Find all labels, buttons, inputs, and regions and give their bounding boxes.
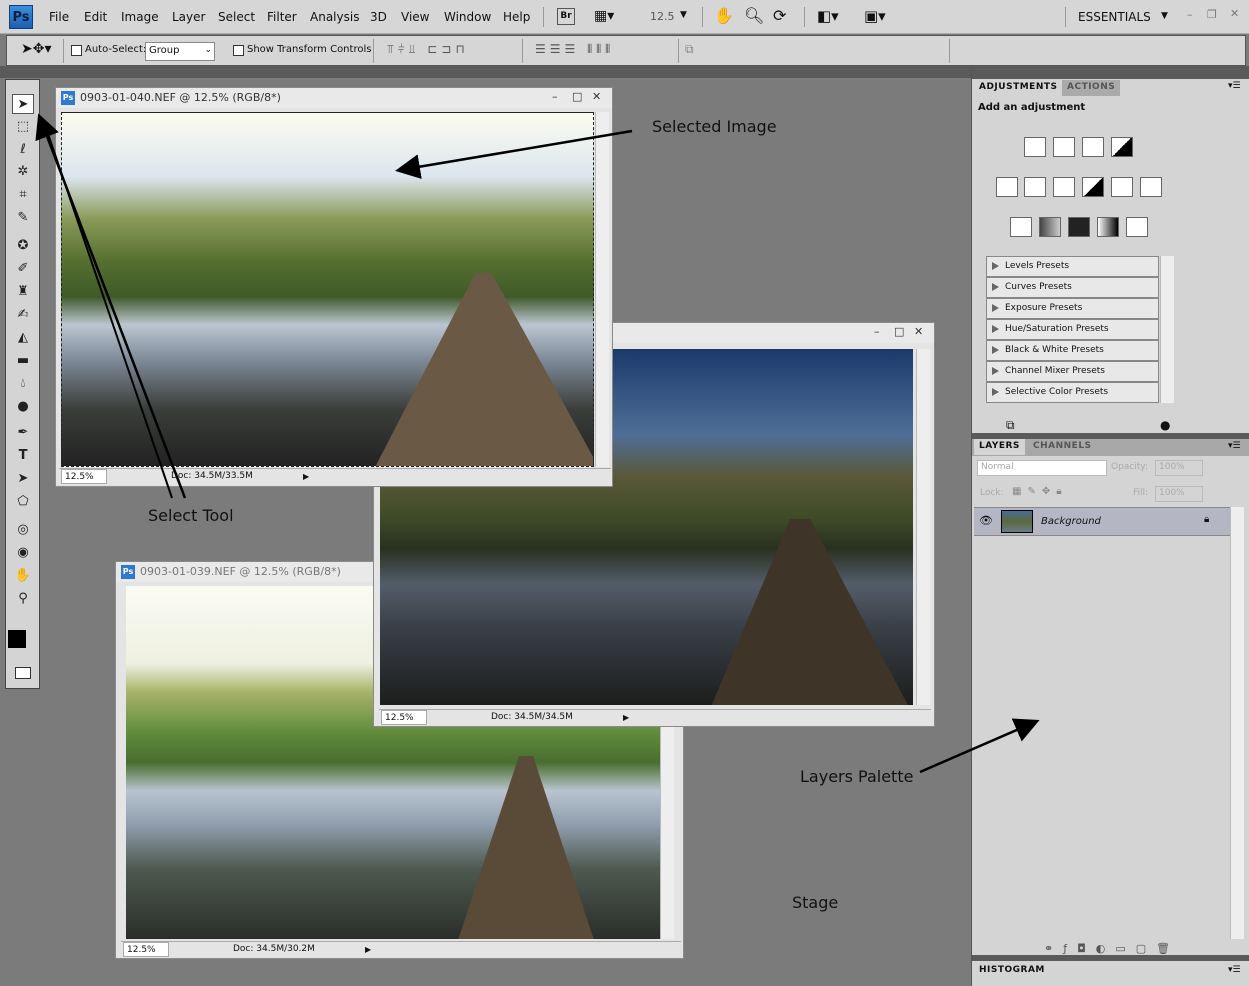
arrow-to-selected-image bbox=[395, 129, 633, 180]
arrow-to-layers-palette bbox=[919, 718, 1040, 774]
annotation-arrows bbox=[35, 113, 1040, 774]
